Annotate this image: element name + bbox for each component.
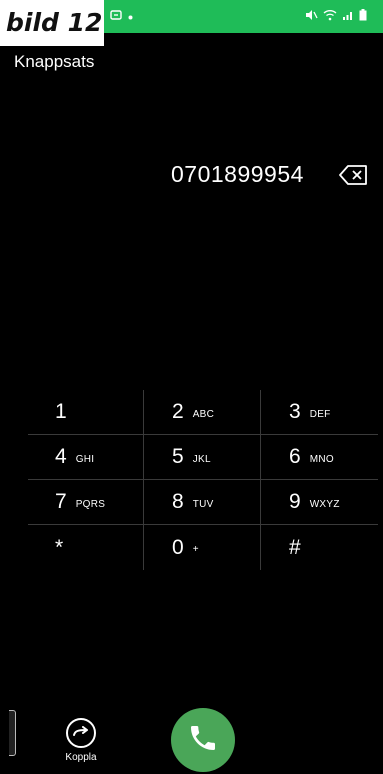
key-digit: 1 [55, 400, 67, 423]
number-display: 0701899954 [0, 161, 383, 193]
battery-icon [359, 9, 367, 25]
key-digit: 7 [55, 490, 67, 513]
key-star[interactable]: * [28, 525, 144, 570]
key-9[interactable]: 9 WXYZ [261, 480, 378, 525]
figure-label: bild 12 [0, 0, 104, 46]
key-5[interactable]: 5 JKL [144, 435, 261, 480]
key-digit: 0 [172, 535, 184, 559]
call-button[interactable] [171, 708, 235, 772]
signal-icon [342, 9, 354, 25]
key-letters: WXYZ [309, 498, 340, 510]
status-left-icons [110, 9, 133, 25]
key-7[interactable]: 7 PQRS [28, 480, 144, 525]
key-digit: * [55, 535, 64, 559]
key-letters: + [192, 544, 199, 555]
mute-icon [305, 9, 318, 25]
side-panel-handle[interactable] [9, 710, 16, 756]
transfer-icon [66, 718, 96, 748]
key-letters: ABC [192, 408, 215, 420]
dot-icon [128, 10, 133, 24]
key-digit: 8 [172, 490, 184, 513]
key-3[interactable]: 3 DEF [261, 390, 378, 435]
key-letters: TUV [192, 498, 214, 510]
key-digit: 3 [289, 400, 301, 423]
notification-app-icon [110, 9, 122, 25]
phone-icon [187, 722, 219, 758]
transfer-button[interactable]: Koppla [62, 718, 100, 763]
key-2[interactable]: 2 ABC [144, 390, 261, 435]
key-letters: DEF [309, 408, 331, 420]
key-hash[interactable]: # [261, 525, 378, 570]
keypad: 1 2 ABC 3 DEF 4 GHI 5 JKL 6 MNO 7 PQRS 8 TUV 9W… [28, 390, 378, 570]
key-digit: 9 [289, 490, 301, 513]
key-letters: JKL [192, 453, 211, 465]
status-right-icons [305, 9, 367, 25]
wifi-icon [323, 9, 337, 25]
key-1[interactable]: 1 [28, 390, 144, 435]
page-title: Knappsats [14, 52, 95, 71]
key-digit: 2 [172, 400, 184, 423]
backspace-icon[interactable] [339, 164, 369, 186]
key-letters: GHI [75, 453, 95, 465]
key-digit: 5 [172, 445, 184, 468]
key-letters: PQRS [75, 498, 106, 510]
dialed-number: 0701899954 [171, 161, 304, 187]
key-digit: 6 [289, 445, 301, 468]
key-4[interactable]: 4 GHI [28, 435, 144, 480]
key-digit: 4 [55, 445, 67, 468]
transfer-label: Koppla [65, 752, 97, 763]
key-0[interactable]: 0 + [144, 525, 261, 570]
key-8[interactable]: 8 TUV [144, 480, 261, 525]
key-6[interactable]: 6 MNO [261, 435, 378, 480]
key-letters: MNO [309, 453, 334, 465]
key-digit: # [289, 535, 301, 559]
